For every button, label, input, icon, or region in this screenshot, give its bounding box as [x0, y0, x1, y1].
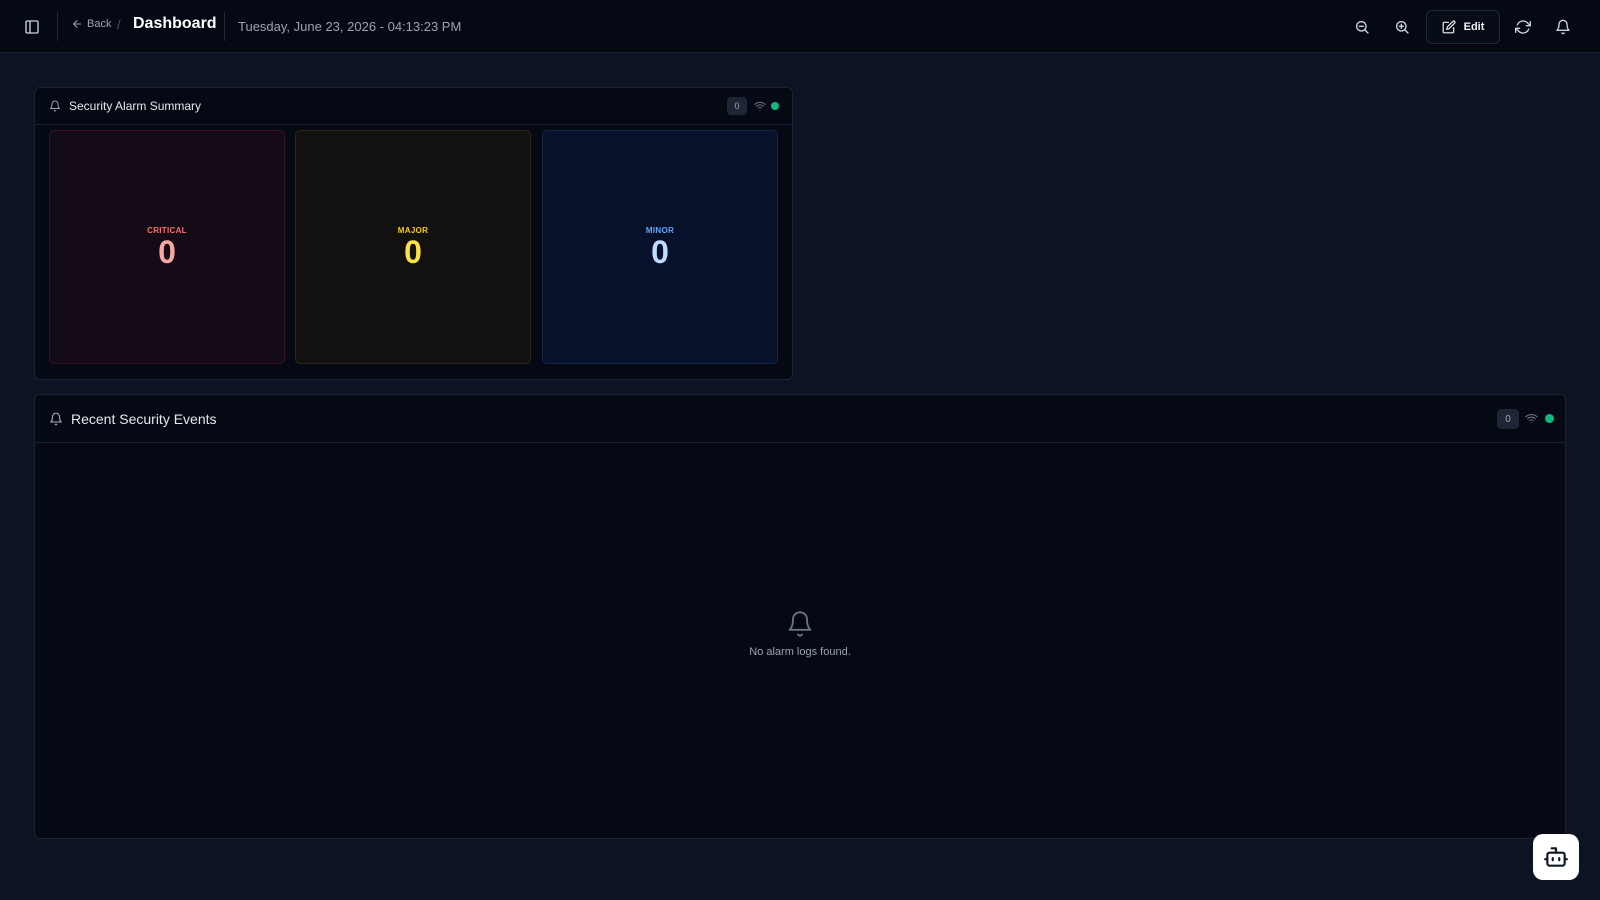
security-alarm-summary-widget: Security Alarm Summary 0 CRITICAL 0 MAJO…: [34, 87, 793, 380]
bell-icon: [49, 412, 63, 426]
alarm-count: 0: [651, 233, 669, 270]
empty-state: No alarm logs found.: [35, 610, 1565, 658]
zoom-out-button[interactable]: [1346, 11, 1378, 43]
widget-header: Recent Security Events 0: [35, 395, 1565, 443]
widget-title: Security Alarm Summary: [69, 99, 202, 113]
assistant-button[interactable]: [1533, 834, 1579, 880]
count-badge: 0: [727, 97, 747, 115]
bell-icon: [786, 610, 814, 638]
connection-status-dot: [1545, 414, 1554, 423]
minor-alarm-card[interactable]: MINOR 0: [542, 130, 778, 364]
arrow-left-icon: [71, 18, 83, 30]
bot-icon: [1543, 844, 1569, 870]
zoom-in-button[interactable]: [1386, 11, 1418, 43]
divider: [57, 12, 58, 41]
edit-icon: [1442, 20, 1456, 34]
back-link[interactable]: Back: [71, 18, 111, 30]
widget-title: Recent Security Events: [71, 410, 217, 427]
panel-left-icon: [24, 19, 40, 35]
alarm-count: 0: [158, 233, 176, 270]
widget-header: Security Alarm Summary 0: [35, 88, 792, 125]
edit-button[interactable]: Edit: [1426, 10, 1500, 44]
refresh-button[interactable]: [1507, 11, 1539, 43]
zoom-in-icon: [1394, 19, 1410, 35]
wifi-icon: [1525, 412, 1538, 425]
datetime-display: Tuesday, June 23, 2026 - 04:13:23 PM: [238, 19, 462, 34]
edit-label: Edit: [1463, 21, 1485, 33]
zoom-out-icon: [1354, 19, 1370, 35]
sidebar-toggle-button[interactable]: [16, 11, 48, 43]
page-title: Dashboard: [133, 15, 217, 32]
bell-icon: [49, 100, 61, 112]
notifications-button[interactable]: [1547, 11, 1579, 43]
empty-message: No alarm logs found.: [749, 646, 851, 658]
major-alarm-card[interactable]: MAJOR 0: [295, 130, 531, 364]
breadcrumb-separator: /: [117, 17, 121, 32]
divider: [224, 12, 225, 41]
wifi-icon: [754, 100, 766, 112]
alarm-count: 0: [404, 233, 422, 270]
count-badge: 0: [1497, 409, 1519, 429]
bell-icon: [1555, 19, 1571, 35]
refresh-icon: [1515, 19, 1531, 35]
critical-alarm-card[interactable]: CRITICAL 0: [49, 130, 285, 364]
recent-security-events-widget: Recent Security Events 0 No alarm logs f…: [34, 394, 1566, 839]
back-label: Back: [87, 18, 112, 30]
top-bar: Back / Dashboard Tuesday, June 23, 2026 …: [0, 0, 1600, 53]
connection-status-dot: [771, 102, 779, 110]
